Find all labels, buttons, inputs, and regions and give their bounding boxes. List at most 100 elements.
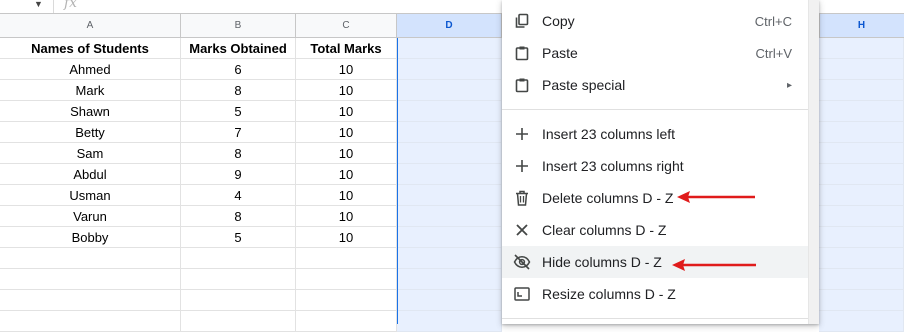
selected-cell-d[interactable] [397, 38, 502, 59]
selected-cell-h[interactable] [819, 290, 904, 311]
menu-item-paste[interactable]: Paste Ctrl+V [502, 37, 808, 69]
grid-cell[interactable] [181, 269, 296, 290]
table-cell[interactable]: 8 [181, 80, 296, 101]
table-cell[interactable]: Abdul [0, 164, 181, 185]
table-cell[interactable]: 8 [181, 143, 296, 164]
table-cell[interactable]: Shawn [0, 101, 181, 122]
table-cell[interactable]: Sam [0, 143, 181, 164]
menu-item-copy[interactable]: Copy Ctrl+C [502, 5, 808, 37]
table-cell[interactable]: 10 [296, 122, 397, 143]
menu-item-hide-columns[interactable]: Hide columns D - Z [502, 246, 808, 278]
selected-cell-h[interactable] [819, 227, 904, 248]
menu-item-insert-right-label: Insert 23 columns right [542, 158, 684, 174]
menu-item-clear-columns-label: Clear columns D - Z [542, 222, 667, 238]
table-cell[interactable]: Bobby [0, 227, 181, 248]
table-cell[interactable]: Usman [0, 185, 181, 206]
grid-cell[interactable] [296, 311, 397, 332]
selected-cell-d[interactable] [397, 311, 502, 332]
header-cell[interactable]: Names of Students [0, 38, 181, 59]
selected-cell-h[interactable] [819, 101, 904, 122]
selected-cell-d[interactable] [397, 122, 502, 143]
table-cell[interactable]: 10 [296, 101, 397, 122]
selected-cell-h[interactable] [819, 122, 904, 143]
grid-cell[interactable] [0, 269, 181, 290]
column-header-i[interactable] [890, 14, 904, 38]
selected-cell-h[interactable] [819, 59, 904, 80]
column-header-c[interactable]: C [296, 14, 397, 38]
menu-divider [502, 318, 808, 319]
paste-shortcut: Ctrl+V [755, 45, 792, 61]
selected-cell-d[interactable] [397, 80, 502, 101]
selected-cell-h[interactable] [819, 143, 904, 164]
table-cell[interactable]: 10 [296, 143, 397, 164]
plus-icon [502, 159, 542, 173]
selected-cell-h[interactable] [819, 248, 904, 269]
header-cell[interactable]: Total Marks [296, 38, 397, 59]
menu-item-insert-right[interactable]: Insert 23 columns right [502, 150, 808, 182]
grid-cell[interactable] [181, 311, 296, 332]
grid-cell[interactable] [0, 290, 181, 311]
menu-scrollbar[interactable] [808, 0, 819, 324]
grid-cell[interactable] [296, 290, 397, 311]
menu-item-insert-left[interactable]: Insert 23 columns left [502, 118, 808, 150]
grid-cell[interactable] [0, 248, 181, 269]
table-cell[interactable]: 9 [181, 164, 296, 185]
table-cell[interactable]: 10 [296, 164, 397, 185]
column-header-d[interactable]: D [397, 14, 502, 38]
grid-cell[interactable] [181, 290, 296, 311]
clipboard-icon [502, 45, 542, 61]
copy-shortcut: Ctrl+C [754, 13, 792, 29]
selected-cell-d[interactable] [397, 206, 502, 227]
table-cell[interactable]: Varun [0, 206, 181, 227]
selected-cell-h[interactable] [819, 311, 904, 332]
x-icon [502, 224, 542, 236]
grid-cell[interactable] [0, 311, 181, 332]
table-cell[interactable]: 10 [296, 59, 397, 80]
table-cell[interactable]: Betty [0, 122, 181, 143]
table-cell[interactable]: Mark [0, 80, 181, 101]
grid-cell[interactable] [296, 248, 397, 269]
formula-bar-divider [53, 0, 54, 13]
table-cell[interactable]: 10 [296, 80, 397, 101]
selected-cell-d[interactable] [397, 101, 502, 122]
table-cell[interactable]: 10 [296, 185, 397, 206]
table-cell[interactable]: 6 [181, 59, 296, 80]
grid-cell[interactable] [181, 248, 296, 269]
table-cell[interactable]: 10 [296, 206, 397, 227]
clipboard-icon [502, 77, 542, 93]
header-cell[interactable]: Marks Obtained [181, 38, 296, 59]
context-menu: Copy Ctrl+C Paste Ctrl+V Paste special ▸… [502, 0, 819, 324]
selected-cell-h[interactable] [819, 38, 904, 59]
selected-cell-h[interactable] [819, 164, 904, 185]
selected-cell-d[interactable] [397, 59, 502, 80]
name-box-dropdown-icon[interactable]: ▼ [34, 0, 43, 9]
selected-cell-h[interactable] [819, 80, 904, 101]
grid-cell[interactable] [296, 269, 397, 290]
menu-item-paste-special[interactable]: Paste special ▸ [502, 69, 808, 101]
table-cell[interactable]: 8 [181, 206, 296, 227]
table-cell[interactable]: 10 [296, 227, 397, 248]
menu-item-delete-columns[interactable]: Delete columns D - Z [502, 182, 808, 214]
selected-cell-d[interactable] [397, 143, 502, 164]
selected-cell-h[interactable] [819, 269, 904, 290]
table-cell[interactable]: 7 [181, 122, 296, 143]
selected-cell-d[interactable] [397, 248, 502, 269]
selected-cell-d[interactable] [397, 164, 502, 185]
selected-cell-d[interactable] [397, 185, 502, 206]
table-cell[interactable]: 4 [181, 185, 296, 206]
selected-cell-h[interactable] [819, 206, 904, 227]
column-header-a[interactable]: A [0, 14, 181, 38]
selected-cell-d[interactable] [397, 227, 502, 248]
menu-item-paste-special-label: Paste special [542, 77, 626, 93]
eye-off-icon [502, 254, 542, 270]
table-cell[interactable]: 5 [181, 101, 296, 122]
table-cell[interactable]: 5 [181, 227, 296, 248]
resize-icon [502, 287, 542, 301]
column-header-b[interactable]: B [181, 14, 296, 38]
selected-cell-d[interactable] [397, 290, 502, 311]
table-cell[interactable]: Ahmed [0, 59, 181, 80]
menu-item-clear-columns[interactable]: Clear columns D - Z [502, 214, 808, 246]
selected-cell-h[interactable] [819, 185, 904, 206]
menu-item-resize-columns[interactable]: Resize columns D - Z [502, 278, 808, 310]
selected-cell-d[interactable] [397, 269, 502, 290]
